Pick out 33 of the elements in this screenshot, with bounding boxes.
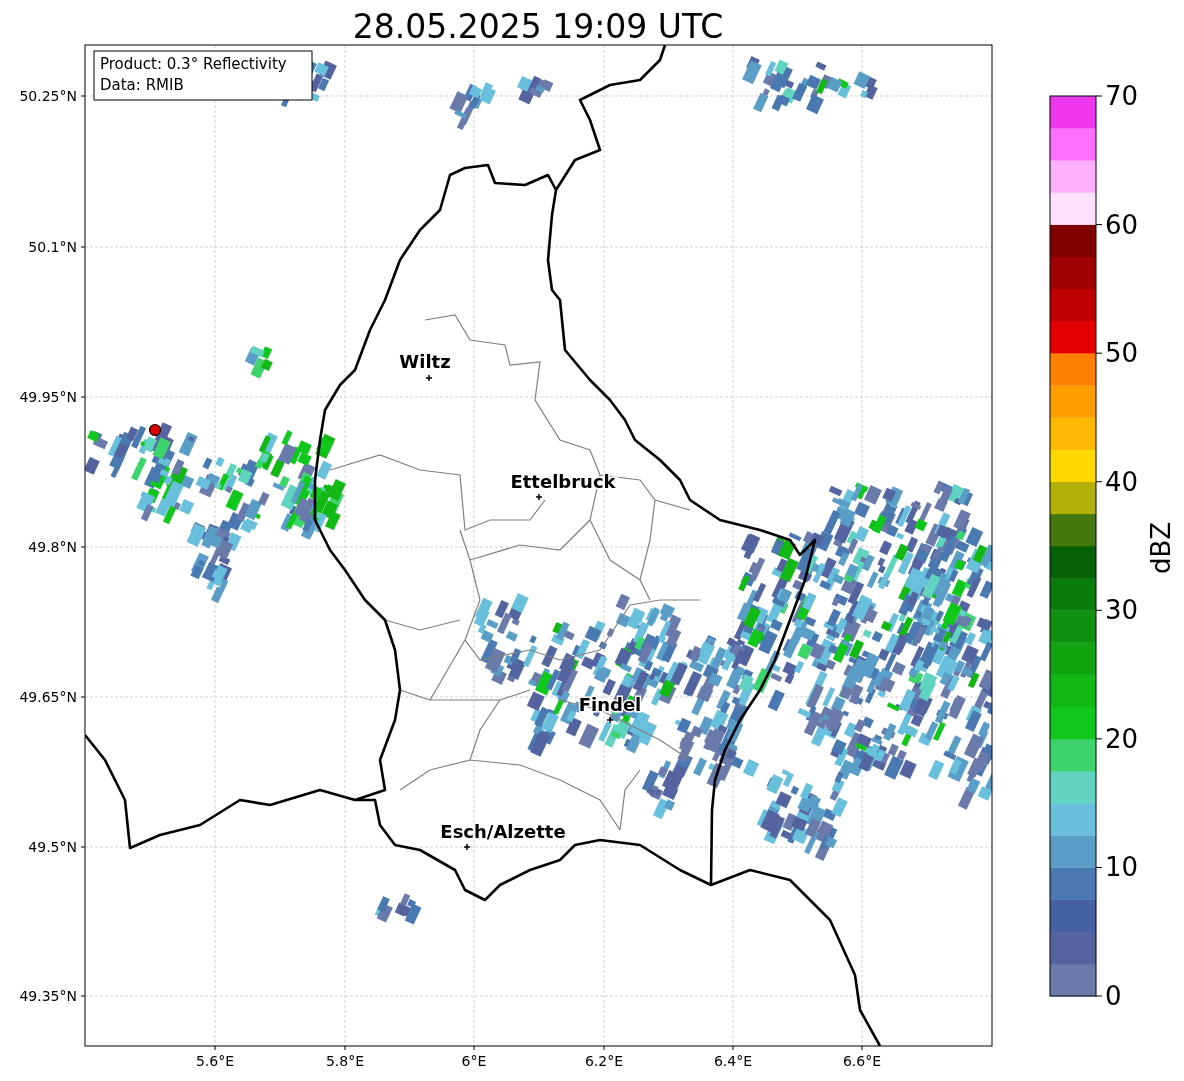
x-tick-label: 6.4°E [713, 1053, 753, 1069]
colorbar-tick-label: 60 [1105, 209, 1139, 240]
city-marker-icon [535, 493, 543, 501]
x-tick-label: 5.6°E [195, 1053, 235, 1069]
colorbar-tick-label: 20 [1105, 723, 1139, 754]
chart-title: 28.05.2025 19:09 UTC [352, 7, 724, 46]
city-marker-icon [606, 716, 614, 724]
y-tick-label: 49.8°N [28, 539, 77, 555]
y-tick-label: 49.95°N [19, 389, 77, 405]
radar-site-marker-icon [148, 423, 162, 437]
colorbar-tick-label: 70 [1105, 81, 1139, 111]
city-marker-icon [425, 374, 433, 382]
colorbar-tick-label: 30 [1105, 595, 1139, 626]
y-tick-label: 49.35°N [19, 988, 77, 1004]
colorbar-tick-label: 10 [1105, 852, 1139, 883]
x-tick-label: 6°E [461, 1053, 487, 1069]
colorbar-tick-label: 40 [1105, 466, 1139, 497]
city-label: Wiltz [399, 351, 451, 372]
city-marker-icon [463, 843, 471, 851]
colorbar-tick-label: 0 [1105, 981, 1122, 1011]
y-tick-label: 50.25°N [19, 88, 77, 104]
legend-text: Product: 0.3° Reflectivity [100, 55, 287, 73]
city-label: Ettelbruck [510, 471, 616, 492]
legend-text: Data: RMIB [100, 76, 184, 94]
x-tick-label: 6.6°E [842, 1053, 882, 1069]
y-tick-label: 50.1°N [28, 239, 77, 255]
y-tick-label: 49.5°N [28, 839, 77, 855]
x-tick-label: 6.2°E [584, 1053, 624, 1069]
y-tick-label: 49.65°N [19, 689, 77, 705]
x-tick-label: 5.8°E [325, 1053, 365, 1069]
colorbar-tick-label: 50 [1105, 338, 1139, 369]
colorbar-axis-label: dBZ [1146, 521, 1176, 575]
city-label: Esch/Alzette [440, 821, 566, 842]
